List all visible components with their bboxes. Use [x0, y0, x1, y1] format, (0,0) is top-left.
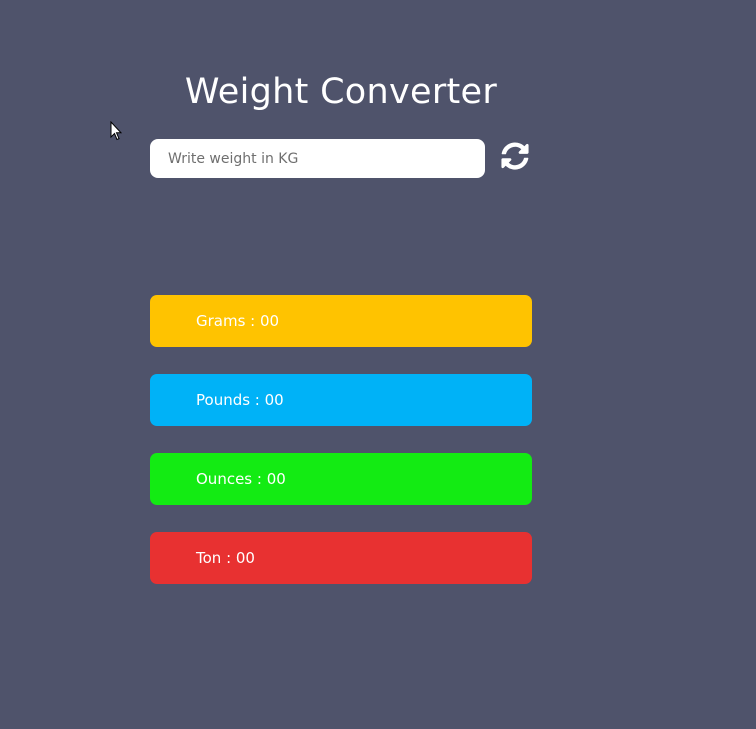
weight-input[interactable]: [150, 139, 485, 178]
reset-button[interactable]: [498, 139, 532, 173]
ounces-result: Ounces : 00: [150, 453, 532, 505]
grams-result: Grams : 00: [150, 295, 532, 347]
mouse-cursor-icon: [110, 121, 122, 141]
pounds-result: Pounds : 00: [150, 374, 532, 426]
input-row: [150, 139, 532, 178]
page-title: Weight Converter: [184, 72, 498, 112]
refresh-icon: [501, 142, 529, 170]
ton-result: Ton : 00: [150, 532, 532, 584]
